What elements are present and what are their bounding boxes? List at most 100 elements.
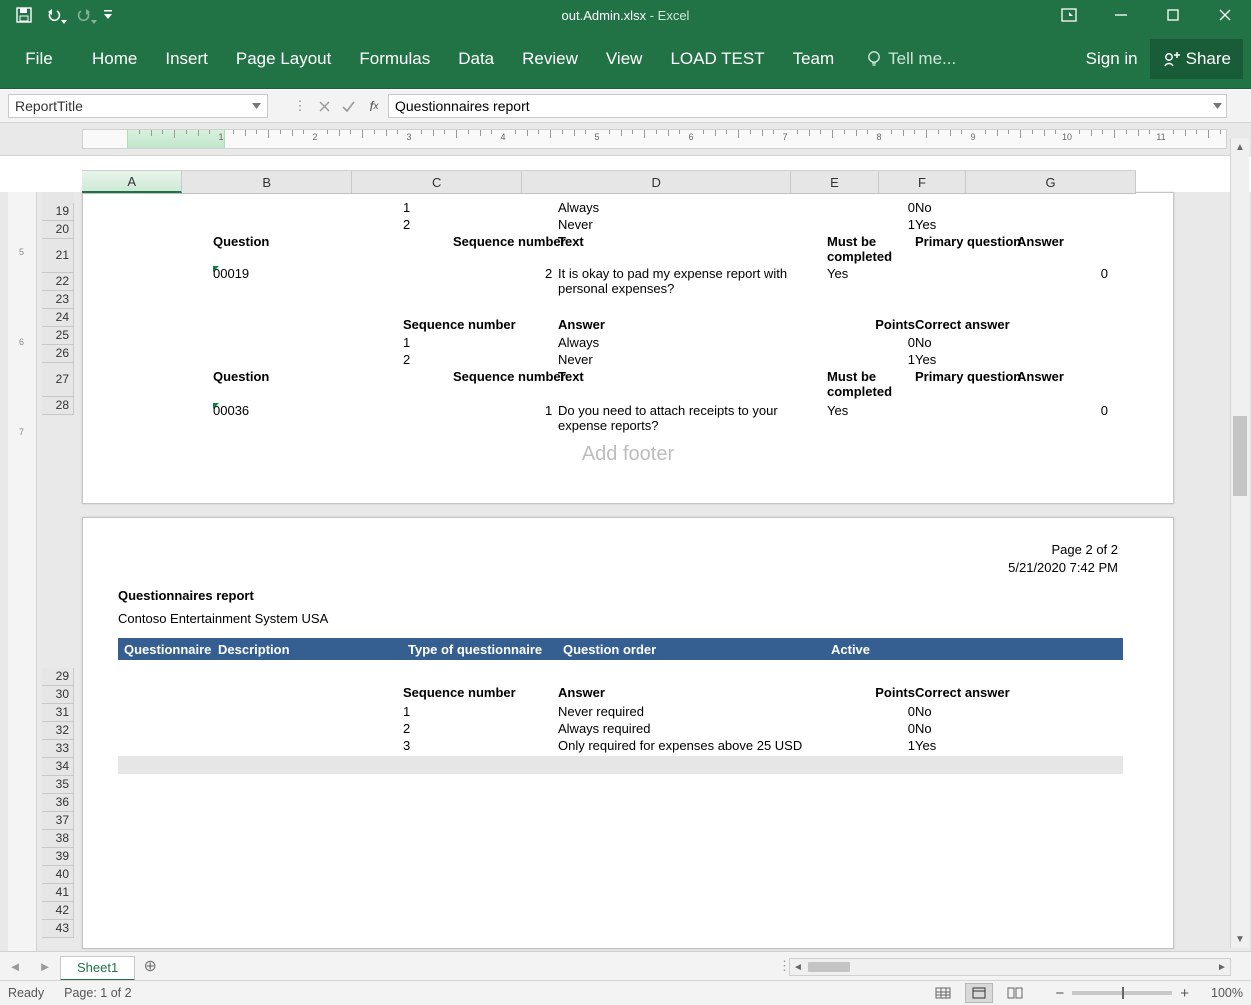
row-header-21[interactable]: 21	[42, 239, 74, 273]
name-box[interactable]: ReportTitle	[8, 94, 268, 118]
new-sheet-button[interactable]: ⊕	[135, 956, 165, 976]
tab-insert[interactable]: Insert	[151, 30, 222, 88]
row-header-43[interactable]: 43	[42, 920, 74, 938]
cell[interactable]: Yes	[827, 403, 848, 418]
report-title[interactable]: Questionnaires report	[118, 588, 254, 603]
tell-me-box[interactable]: Tell me...	[866, 49, 956, 69]
row-header-20[interactable]: 20	[42, 221, 74, 239]
row-header-25[interactable]: 25	[42, 327, 74, 345]
tab-team[interactable]: Team	[779, 30, 849, 88]
cell[interactable]: Sequence number	[453, 369, 566, 384]
cell[interactable]: Primary question	[915, 369, 1021, 384]
share-button[interactable]: Share	[1150, 39, 1243, 79]
cell[interactable]: Answer	[1017, 369, 1064, 384]
cell[interactable]: Yes	[915, 352, 936, 367]
scroll-up-button[interactable]: ▲	[1231, 138, 1249, 156]
vscroll-thumb[interactable]	[1233, 416, 1247, 496]
enter-formula-button[interactable]	[336, 101, 360, 112]
vertical-scrollbar[interactable]: ▲ ▼	[1230, 138, 1249, 948]
row-header-24[interactable]: 24	[42, 309, 74, 327]
col-hdr[interactable]: Questionnaire	[124, 642, 218, 657]
cell[interactable]: It is okay to pad my expense report with…	[558, 266, 798, 296]
cell[interactable]: No	[915, 704, 932, 719]
col-hdr[interactable]: Type of questionnaire	[408, 642, 563, 657]
horizontal-ruler[interactable]: 123456789101112	[82, 129, 1227, 149]
cell[interactable]: Must be completed	[827, 234, 907, 264]
cell[interactable]: 0	[908, 704, 915, 719]
minimize-button[interactable]	[1095, 0, 1147, 30]
cell[interactable]: Correct answer	[915, 317, 1010, 332]
col-hdr[interactable]: Active	[831, 642, 870, 657]
row-header-34[interactable]: 34	[42, 758, 74, 776]
cell[interactable]: 1	[545, 403, 552, 418]
column-header-G[interactable]: G	[966, 171, 1136, 193]
sign-in-button[interactable]: Sign in	[1074, 39, 1150, 79]
row-header-30[interactable]: 30	[42, 686, 74, 704]
scroll-right-button[interactable]: ►	[1214, 962, 1230, 973]
row-header-35[interactable]: 35	[42, 776, 74, 794]
cell[interactable]: 1	[403, 704, 410, 719]
cell[interactable]: No	[915, 200, 932, 215]
cell[interactable]: 0	[1101, 266, 1108, 281]
close-button[interactable]	[1199, 0, 1251, 30]
row-header-37[interactable]: 37	[42, 812, 74, 830]
cell[interactable]: 00019	[213, 266, 249, 281]
cell[interactable]: Sequence number	[403, 317, 516, 332]
cell[interactable]: Sequence number	[403, 685, 516, 700]
cancel-formula-button[interactable]	[312, 101, 336, 112]
zoom-out-button[interactable]: −	[1055, 985, 1064, 1002]
row-header-27[interactable]: 27	[42, 363, 74, 397]
expand-formula-bar-icon[interactable]	[1213, 103, 1222, 109]
tab-nav-prev-button[interactable]: ◄	[0, 959, 30, 974]
cell[interactable]: Sequence number	[453, 234, 566, 249]
row-header-36[interactable]: 36	[42, 794, 74, 812]
col-hdr[interactable]: Question order	[563, 642, 831, 657]
row-header-42[interactable]: 42	[42, 902, 74, 920]
horizontal-scrollbar[interactable]: ◄ ►	[789, 958, 1231, 976]
cell[interactable]: Answer	[558, 685, 605, 700]
row-header-26[interactable]: 26	[42, 345, 74, 363]
scroll-down-button[interactable]: ▼	[1231, 930, 1249, 948]
cell[interactable]: 1	[403, 200, 410, 215]
undo-button[interactable]	[40, 3, 68, 27]
column-header-C[interactable]: C	[352, 171, 522, 193]
row-header-33[interactable]: 33	[42, 740, 74, 758]
row-header-19[interactable]: 19	[42, 203, 74, 221]
row-header-41[interactable]: 41	[42, 884, 74, 902]
cell[interactable]: 1	[403, 335, 410, 350]
column-header-A[interactable]: A	[82, 171, 182, 193]
row-header-23[interactable]: 23	[42, 291, 74, 309]
cell[interactable]: Correct answer	[915, 685, 1010, 700]
cell[interactable]: 2	[403, 217, 410, 232]
footer-placeholder[interactable]: Add footer	[83, 443, 1173, 466]
cell[interactable]: Never	[558, 352, 593, 367]
row-header-29[interactable]: 29	[42, 668, 74, 686]
zoom-in-button[interactable]: +	[1180, 985, 1189, 1002]
cell[interactable]: Answer	[558, 317, 605, 332]
tab-home[interactable]: Home	[78, 30, 151, 88]
cell[interactable]: Answer	[1017, 234, 1064, 249]
cell[interactable]: Yes	[915, 217, 936, 232]
normal-view-button[interactable]	[929, 983, 957, 1003]
col-hdr[interactable]: Description	[218, 642, 408, 657]
column-header-F[interactable]: F	[879, 171, 966, 193]
tab-formulas[interactable]: Formulas	[345, 30, 444, 88]
cell[interactable]: Never	[558, 217, 593, 232]
row-header-28[interactable]: 28	[42, 397, 74, 415]
row-header-38[interactable]: 38	[42, 830, 74, 848]
vertical-ruler[interactable]: 5 6 7	[8, 192, 37, 952]
column-header-E[interactable]: E	[791, 171, 878, 193]
cell[interactable]: No	[915, 335, 932, 350]
tab-nav-next-button[interactable]: ►	[30, 959, 60, 974]
cell[interactable]: Question	[213, 234, 269, 249]
fx-button[interactable]: fx	[360, 98, 388, 114]
cell[interactable]: 1	[908, 738, 915, 753]
row-header-32[interactable]: 32	[42, 722, 74, 740]
tab-view[interactable]: View	[592, 30, 657, 88]
cell[interactable]: 2	[403, 721, 410, 736]
cell[interactable]: Points	[875, 685, 915, 700]
tab-page-layout[interactable]: Page Layout	[222, 30, 345, 88]
zoom-slider[interactable]	[1072, 991, 1172, 995]
cell[interactable]: Question	[213, 369, 269, 384]
cell[interactable]: 0	[1101, 403, 1108, 418]
